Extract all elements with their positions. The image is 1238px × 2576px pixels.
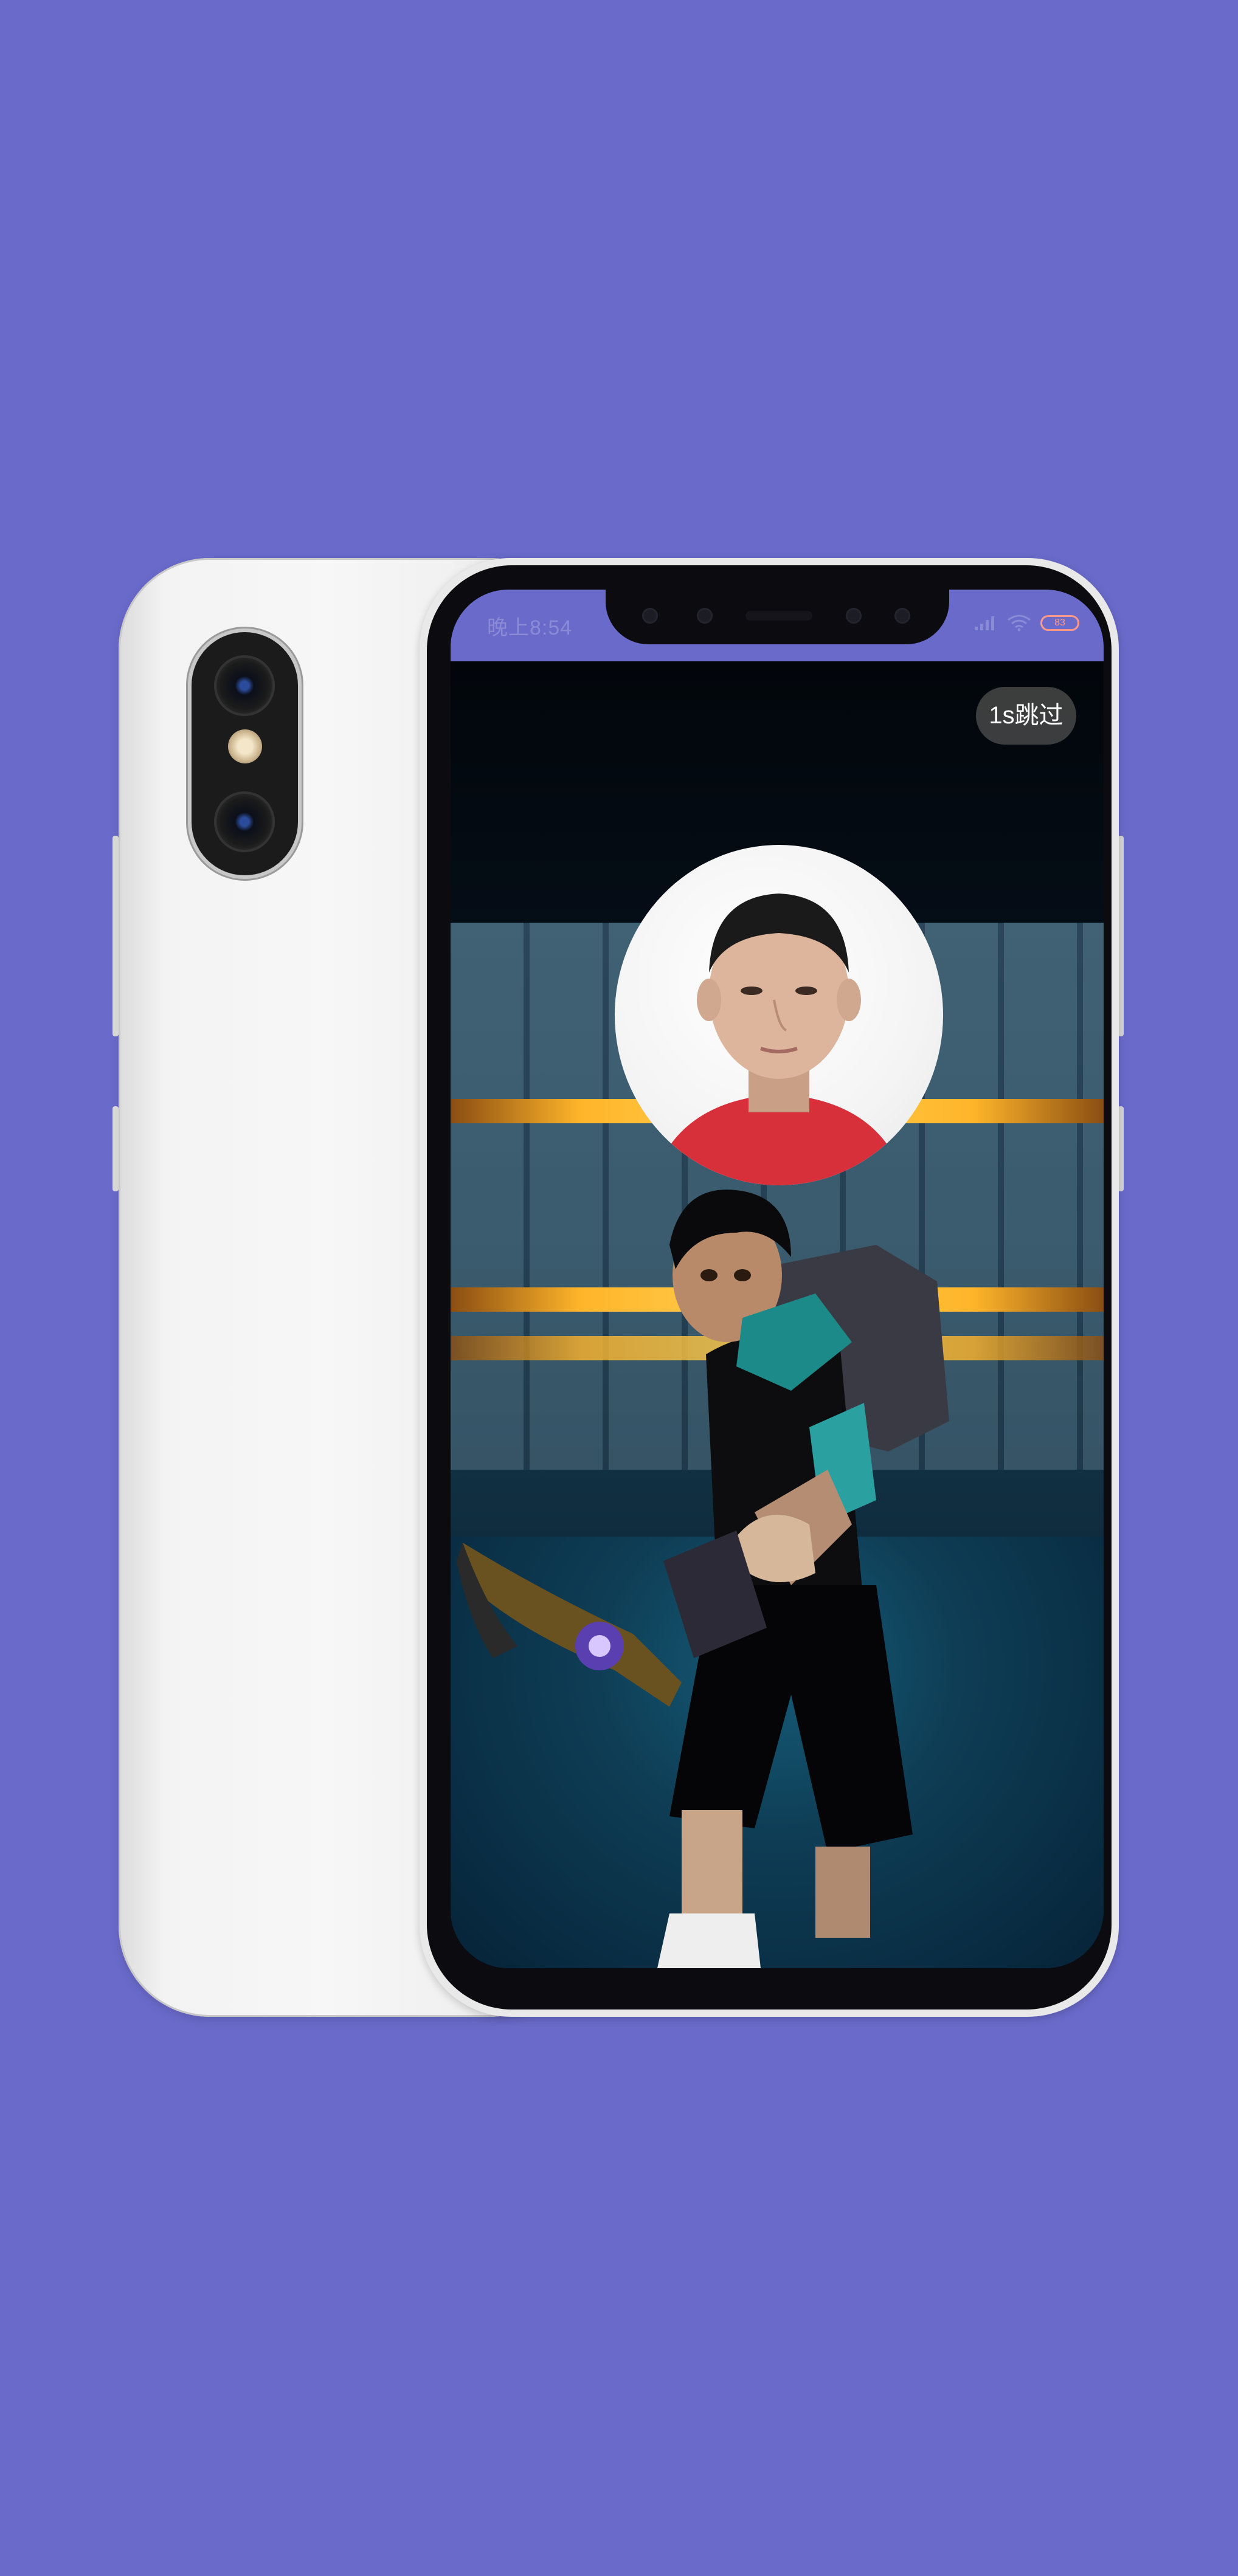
side-button bbox=[112, 1106, 119, 1191]
wifi-icon bbox=[1008, 615, 1031, 632]
battery-level: 83 bbox=[1054, 618, 1065, 628]
sensor-icon bbox=[697, 608, 713, 624]
battery-icon: 83 bbox=[1040, 615, 1079, 631]
side-button bbox=[112, 836, 119, 1036]
sensor-icon bbox=[846, 608, 862, 624]
avatar-photo bbox=[651, 894, 907, 1185]
flash-icon bbox=[228, 729, 262, 763]
earpiece-speaker bbox=[745, 611, 812, 621]
mockup-stage: 晚上8:54 83 1s跳过 bbox=[0, 0, 1238, 2576]
camera-lens-icon bbox=[214, 791, 275, 852]
rear-camera-module bbox=[192, 632, 298, 875]
phone-front: 晚上8:54 83 1s跳过 bbox=[420, 558, 1119, 2017]
front-camera-icon bbox=[642, 608, 658, 624]
status-icons: 83 bbox=[973, 614, 1079, 632]
screen-notch bbox=[606, 590, 949, 644]
signal-icon bbox=[975, 616, 994, 630]
skip-button[interactable]: 1s跳过 bbox=[976, 687, 1076, 745]
user-avatar bbox=[615, 845, 943, 1185]
camera-lens-icon bbox=[214, 655, 275, 716]
phone-screen: 晚上8:54 83 1s跳过 bbox=[451, 590, 1104, 1968]
phone-bezel: 晚上8:54 83 1s跳过 bbox=[427, 565, 1112, 2009]
sensor-icon bbox=[894, 608, 910, 624]
status-time: 晚上8:54 bbox=[487, 616, 573, 639]
